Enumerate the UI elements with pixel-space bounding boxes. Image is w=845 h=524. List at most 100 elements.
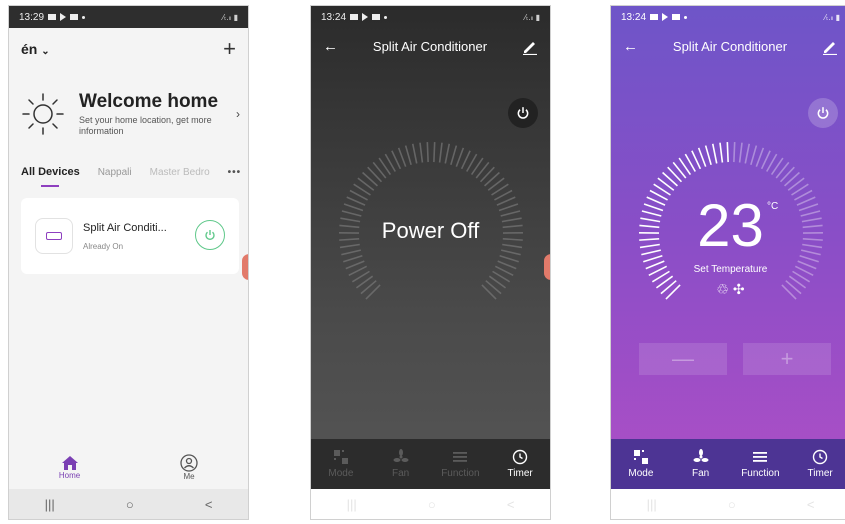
edit-icon[interactable]	[522, 39, 538, 55]
tab-timer-label: Timer	[807, 468, 833, 479]
home-selector[interactable]: én ⌄	[21, 41, 50, 57]
power-button[interactable]	[508, 98, 538, 128]
home-button[interactable]: ○	[728, 497, 736, 512]
mode-icon	[633, 450, 648, 464]
nav-me[interactable]: Me	[180, 453, 198, 481]
play-icon	[60, 13, 67, 21]
system-navigation: ||| ○ <	[311, 489, 550, 519]
dial-tick	[426, 142, 429, 163]
recents-button[interactable]: |||	[347, 497, 357, 512]
signal-battery-icon: ⁄ₜ.ₗₗ ▮	[222, 12, 238, 22]
ac-temperature-screen: 13:24 ⁄ₜ.ₗₗ ▮ ← Split Air Conditioner 23…	[610, 5, 845, 520]
more-icon[interactable]: •••	[228, 167, 242, 178]
dial-tick	[502, 243, 523, 249]
tab-all-devices[interactable]: All Devices	[21, 166, 80, 178]
welcome-subtitle: Set your home location, get more informa…	[79, 114, 212, 136]
back-button[interactable]: <	[205, 497, 213, 512]
dial-tick	[750, 145, 758, 166]
tab-timer[interactable]: Timer	[795, 449, 845, 479]
device-power-button[interactable]	[195, 220, 225, 250]
dial-tick	[760, 150, 771, 170]
dial-tick	[496, 196, 516, 206]
mode-icon	[333, 450, 348, 464]
home-button[interactable]: ○	[428, 497, 436, 512]
dial-tick	[498, 203, 519, 212]
dot-icon	[82, 15, 86, 19]
dial-tick	[499, 254, 519, 263]
dial-tick	[450, 145, 458, 166]
home-button[interactable]: ○	[126, 497, 134, 512]
device-thumbnail	[35, 218, 73, 254]
back-button[interactable]: <	[507, 497, 515, 512]
bottom-navigation: Home Me	[9, 445, 248, 489]
floating-edge-handle[interactable]	[544, 254, 550, 280]
floating-edge-handle[interactable]	[242, 254, 248, 280]
tab-function-label: Function	[441, 468, 480, 479]
chevron-right-icon: ›	[236, 106, 240, 121]
tab-fan[interactable]: Fan	[376, 449, 426, 479]
message-icon	[350, 14, 359, 20]
temperature-value: 23	[697, 192, 764, 259]
active-tab-indicator	[41, 185, 59, 187]
fan-icon	[693, 449, 709, 462]
clock-icon	[812, 449, 828, 465]
tab-fan-label: Fan	[692, 468, 710, 479]
user-icon	[180, 453, 198, 472]
device-title: Split Air Conditioner	[672, 39, 788, 54]
tab-timer[interactable]: Timer	[495, 449, 545, 479]
add-device-button[interactable]: +	[223, 38, 236, 60]
device-status: Already On	[83, 242, 124, 251]
decrease-temperature-button[interactable]: —	[639, 343, 727, 375]
dial-tick	[704, 145, 712, 166]
tab-function-label: Function	[741, 468, 780, 479]
tab-timer-label: Timer	[507, 468, 533, 479]
signal-battery-icon: ⁄ₜ.ₗₗ ▮	[824, 12, 840, 22]
increase-temperature-button[interactable]: +	[743, 343, 831, 375]
dial-tick	[341, 249, 362, 256]
dial-tick	[438, 142, 443, 163]
nav-home-label: Home	[58, 470, 81, 480]
dial-tick	[497, 260, 517, 270]
dial-tick	[711, 143, 718, 164]
status-bar: 13:29 ⁄ₜ.ₗₗ ▮	[9, 6, 248, 28]
message-icon	[48, 14, 57, 20]
nav-home[interactable]: Home	[59, 455, 80, 480]
status-bar: 13:24 ⁄ₜ.ₗₗ ▮	[611, 6, 845, 28]
back-button[interactable]: <	[807, 497, 815, 512]
dial-tick	[346, 196, 366, 206]
recents-button[interactable]: |||	[647, 497, 657, 512]
power-state-label: Power Off	[381, 218, 480, 243]
dial-tick	[500, 210, 521, 217]
tab-mode[interactable]: Mode	[316, 449, 366, 479]
tab-nappali[interactable]: Nappali	[98, 167, 132, 178]
dial-tick	[755, 147, 765, 167]
menu-icon	[453, 452, 468, 462]
dial-tick	[345, 260, 365, 270]
power-button[interactable]	[808, 98, 838, 128]
back-arrow-icon[interactable]: ←	[323, 38, 338, 55]
device-card[interactable]: Split Air Conditi... Already On	[21, 198, 239, 274]
tab-master-bedroom[interactable]: Master Bedro	[150, 167, 210, 178]
chevron-down-icon: ⌄	[41, 46, 50, 57]
dial-tick	[500, 249, 521, 256]
image-icon	[70, 14, 79, 20]
room-tabs: All Devices Nappali Master Bedro •••	[21, 166, 240, 178]
status-bar: 13:24 ⁄ₜ.ₗₗ ▮	[311, 6, 550, 28]
temperature-unit: °C	[767, 201, 779, 212]
system-navigation: ||| ○ <	[9, 489, 248, 519]
tab-function[interactable]: Function	[435, 449, 485, 479]
play-icon	[362, 13, 369, 21]
edit-icon[interactable]	[822, 39, 838, 55]
sun-icon	[22, 92, 64, 135]
power-icon	[517, 107, 529, 119]
welcome-banner[interactable]: Welcome home Set your home location, get…	[21, 86, 240, 141]
dial-tick	[411, 143, 418, 164]
back-arrow-icon[interactable]: ←	[623, 38, 638, 55]
recents-button[interactable]: |||	[45, 497, 55, 512]
tab-function[interactable]: Function	[735, 449, 785, 479]
dial-tick	[726, 142, 729, 163]
tab-fan[interactable]: Fan	[676, 449, 726, 479]
tab-mode[interactable]: Mode	[616, 449, 666, 479]
dial-tick	[691, 150, 702, 170]
power-icon	[205, 230, 215, 241]
